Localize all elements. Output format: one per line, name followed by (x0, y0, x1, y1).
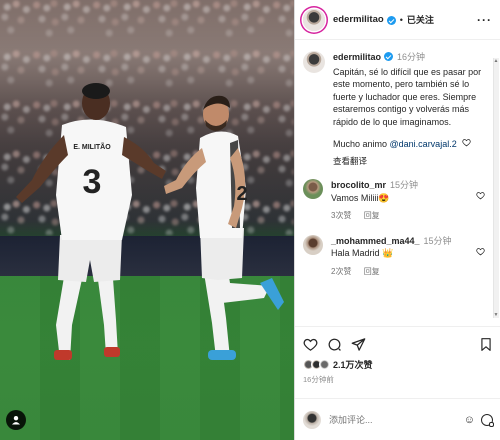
post-header: edermilitao • 已关注 ··· (295, 0, 500, 40)
commenter-avatar[interactable] (303, 234, 323, 255)
comment-like-icon[interactable] (476, 243, 485, 261)
liker-avatar (319, 359, 330, 370)
comment-item: brocolito_mr 15分钟 Vamos Miliii😍 3次赞 回复 (303, 179, 485, 223)
caption-time: 16分钟 (397, 52, 426, 62)
caption-line2: Mucho animo (333, 139, 390, 149)
reply-button[interactable]: 回复 (364, 267, 380, 276)
player-militao: 3 E. MILITÃO (16, 83, 166, 360)
commenter-avatar[interactable] (303, 179, 323, 199)
add-comment-bar: ☺ (295, 398, 500, 440)
gif-sticker-icon[interactable] (481, 413, 494, 427)
caption-avatar[interactable] (303, 51, 325, 73)
bookmark-icon[interactable] (479, 337, 493, 352)
verified-icon (386, 16, 396, 25)
comment-username[interactable]: _mohammed_ma44_ (331, 236, 420, 246)
comments-list[interactable]: edermilitao 16分钟 Capitán, sé lo difícil q… (295, 41, 493, 325)
heart-eyes-emoji: 😍 (378, 192, 390, 203)
comment-likes[interactable]: 3次赞 (331, 211, 351, 220)
comment-icon[interactable] (327, 337, 342, 352)
user-icon (12, 416, 20, 425)
following-button[interactable]: 已关注 (407, 13, 434, 26)
see-translation-link[interactable]: 查看翻译 (333, 155, 485, 168)
comment-likes[interactable]: 2次赞 (331, 267, 351, 276)
heart-icon[interactable] (462, 138, 471, 151)
current-user-avatar (303, 410, 321, 429)
posted-time[interactable]: 16分钟前 (303, 374, 493, 385)
tagged-users-button[interactable] (6, 410, 26, 430)
caption: edermilitao 16分钟 Capitán, sé lo difícil q… (303, 51, 485, 167)
separator-dot: • (399, 14, 403, 25)
author-username[interactable]: edermilitao (333, 14, 384, 25)
comment-time: 15分钟 (423, 235, 452, 246)
comment-username[interactable]: brocolito_mr (331, 180, 386, 190)
post-actions: 2.1万次赞 16分钟前 (295, 326, 500, 396)
like-icon[interactable] (303, 337, 318, 352)
more-horizontal-icon[interactable]: ··· (477, 13, 492, 27)
post-photo[interactable]: 3 E. MILITÃO 2 (0, 0, 294, 440)
emoji-icon[interactable]: ☺ (464, 414, 475, 426)
likes-summary[interactable]: 2.1万次赞 (303, 358, 493, 371)
player-carvajal: 2 (164, 95, 284, 360)
comment-input[interactable] (329, 414, 464, 425)
scroll-up-icon[interactable]: ▲ (493, 58, 499, 64)
comment-text: Vamos Miliii (331, 192, 379, 203)
author-avatar[interactable] (303, 8, 325, 31)
crown-emoji: 👑 (382, 248, 394, 258)
likes-count[interactable]: 2.1万次赞 (333, 358, 373, 371)
verified-icon (384, 52, 394, 61)
share-icon[interactable] (351, 337, 366, 352)
scrollbar-thumb[interactable] (493, 58, 499, 318)
comments-scrollbar[interactable]: ▲ ▼ (493, 58, 499, 318)
carvajal-jersey-number: 2 (236, 183, 247, 205)
caption-text: Capitán, sé lo difícil que es pasar por … (333, 66, 482, 127)
militao-jersey-name: E. MILITÃO (73, 142, 111, 151)
comment-text: Hala Madrid (331, 248, 380, 258)
post-detail-panel: edermilitao • 已关注 ··· edermilitao 16分钟 Ca… (294, 0, 500, 440)
comment-like-icon[interactable] (476, 187, 485, 205)
militao-jersey-number: 3 (83, 163, 102, 201)
scroll-down-icon[interactable]: ▼ (493, 312, 499, 318)
comment-item: _mohammed_ma44_ 15分钟 Hala Madrid 👑 2次赞 回复 (303, 234, 485, 279)
comment-time: 15分钟 (390, 180, 419, 190)
mention-link[interactable]: @dani.carvajal.2 (390, 139, 457, 149)
caption-username[interactable]: edermilitao (333, 52, 381, 62)
reply-button[interactable]: 回复 (364, 211, 380, 220)
